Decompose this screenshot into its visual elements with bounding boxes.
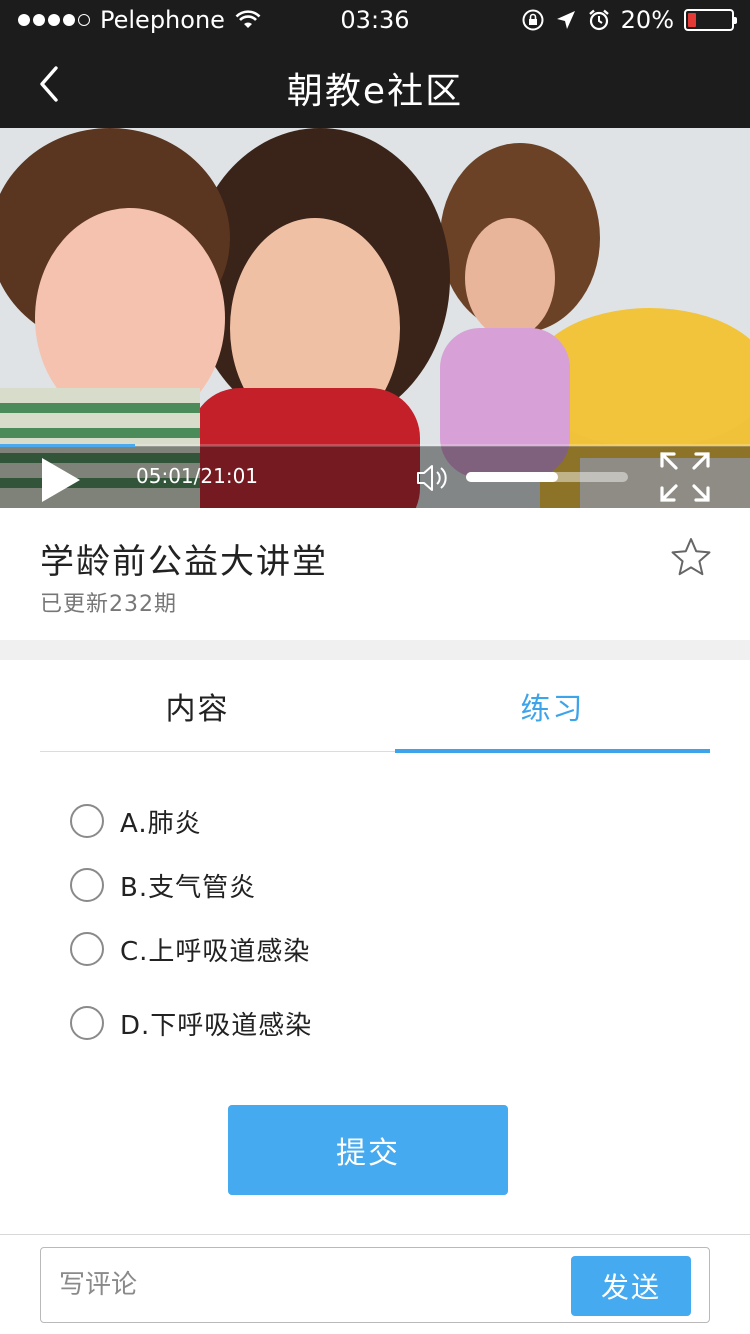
play-icon <box>42 458 80 502</box>
volume-slider[interactable] <box>466 472 628 482</box>
radio-button[interactable] <box>70 1006 104 1040</box>
option-label: D.下呼吸道感染 <box>120 1010 313 1041</box>
section-divider <box>0 640 750 660</box>
tab-bar: 内容 练习 <box>40 660 710 753</box>
active-tab-indicator <box>395 749 710 753</box>
course-update-count: 已更新232期 <box>40 592 177 617</box>
send-button[interactable]: 发送 <box>571 1256 691 1316</box>
location-arrow-icon <box>556 11 575 29</box>
video-time: 05:01/21:01 <box>136 464 259 488</box>
course-title: 学龄前公益大讲堂 <box>40 542 328 582</box>
tab-practice[interactable]: 练习 <box>395 660 710 752</box>
comment-box: 发送 <box>40 1247 710 1323</box>
video-progress-bar[interactable] <box>0 444 750 447</box>
video-player[interactable]: 05:01/21:01 <box>0 128 750 508</box>
submit-button[interactable]: 提交 <box>228 1105 508 1195</box>
fullscreen-icon <box>660 452 710 502</box>
video-controls: 05:01/21:01 <box>0 444 750 508</box>
course-info: 学龄前公益大讲堂 已更新232期 <box>0 508 750 640</box>
option-d[interactable]: D.下呼吸道感染 <box>70 1003 312 1043</box>
navigation-bar: 朝教e社区 <box>0 40 750 128</box>
page-title: 朝教e社区 <box>286 71 464 112</box>
lock-rotation-icon <box>522 9 544 31</box>
option-b[interactable]: B.支气管炎 <box>70 865 256 905</box>
status-right: 20% <box>521 6 737 34</box>
tab-content[interactable]: 内容 <box>40 660 355 752</box>
status-bar: Pelephone 03:36 20% <box>0 0 750 40</box>
fullscreen-button[interactable] <box>658 450 712 504</box>
video-progress-played <box>0 444 135 447</box>
radio-button[interactable] <box>70 868 104 902</box>
star-icon <box>671 538 711 576</box>
volume-icon[interactable] <box>414 460 450 496</box>
option-label: A.肺炎 <box>120 808 202 839</box>
play-button[interactable] <box>34 454 86 506</box>
battery-percent: 20% <box>620 6 674 34</box>
volume-level <box>466 472 559 482</box>
alarm-icon <box>588 9 609 31</box>
option-label: C.上呼吸道感染 <box>120 936 311 967</box>
option-label: B.支气管炎 <box>120 872 257 903</box>
option-a[interactable]: A.肺炎 <box>70 801 202 841</box>
radio-button[interactable] <box>70 932 104 966</box>
option-c[interactable]: C.上呼吸道感染 <box>70 929 310 969</box>
radio-button[interactable] <box>70 804 104 838</box>
battery-icon <box>684 9 737 31</box>
favorite-button[interactable] <box>670 536 712 578</box>
comment-bar: 发送 <box>0 1234 750 1334</box>
comment-input[interactable] <box>59 1248 559 1322</box>
